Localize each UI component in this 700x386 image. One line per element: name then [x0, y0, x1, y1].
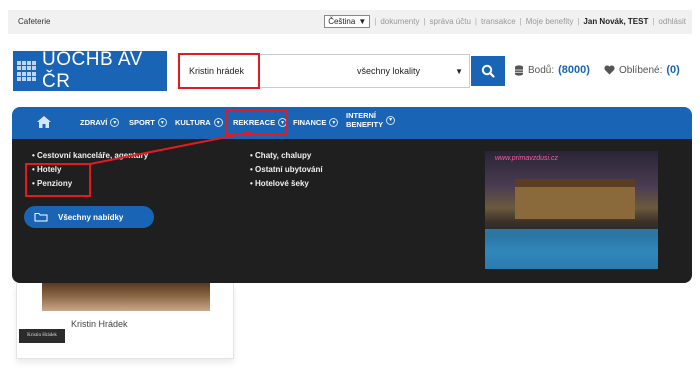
card-image: [42, 283, 210, 311]
page: Cafeterie Čeština ▼ | dokumenty | správa…: [0, 0, 700, 386]
card-logo: Kristin Hrádek: [19, 329, 65, 343]
card-title[interactable]: Kristin Hrádek: [71, 319, 128, 329]
result-card[interactable]: Kristin Hrádek Kristin Hrádek: [16, 283, 234, 359]
